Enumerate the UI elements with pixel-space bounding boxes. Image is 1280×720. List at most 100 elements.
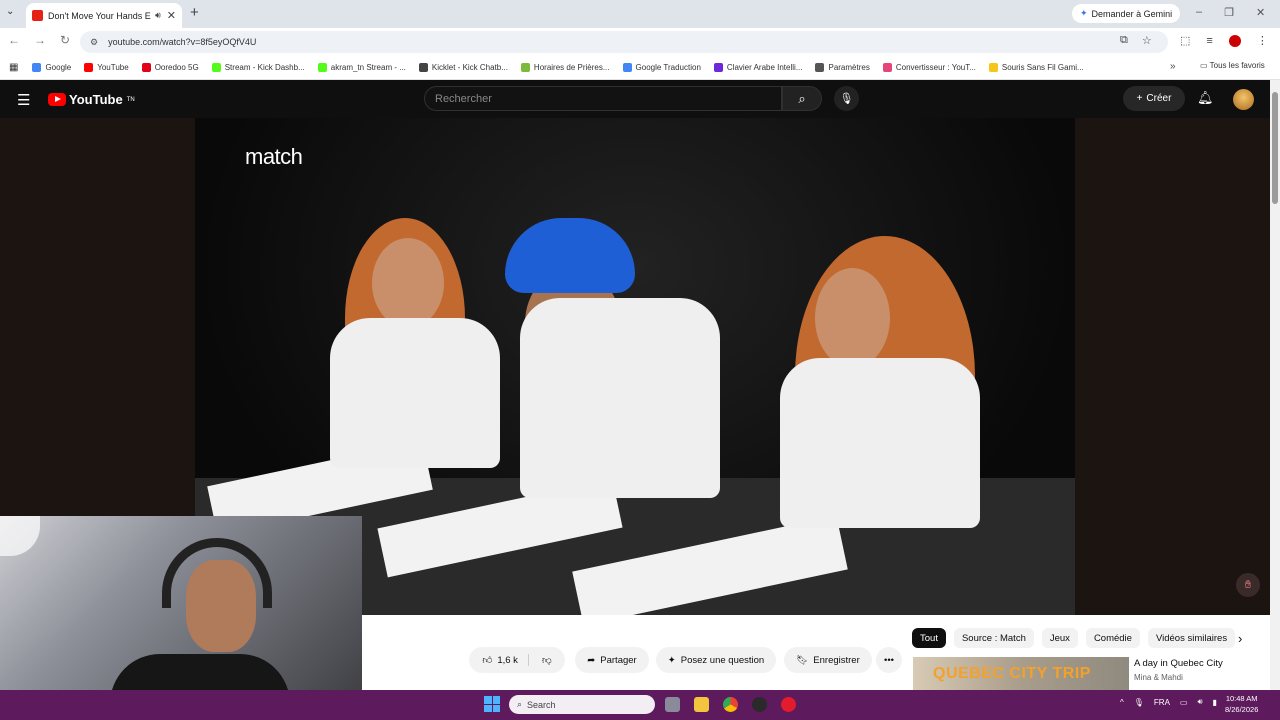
language-indicator[interactable]: FRA: [1154, 698, 1170, 707]
thumbs-down-icon[interactable]: 👎︎: [534, 654, 552, 666]
bookmark-favicon-icon: [317, 63, 327, 72]
bookmark-label: Kicklet - Kick Chatb...: [431, 63, 508, 72]
app-icon-red[interactable]: [781, 697, 796, 712]
chevron-right-icon[interactable]: ›: [1238, 631, 1242, 646]
maximize-icon[interactable]: ❐: [1224, 6, 1234, 19]
ask-gemini-button[interactable]: ✦ Demander à Gemini: [1072, 4, 1181, 23]
match-watermark: match: [245, 144, 303, 169]
windows-start-icon[interactable]: [484, 696, 500, 712]
taskbar-clock[interactable]: 10:48 AM 8/26/2026: [1225, 693, 1258, 715]
search-button[interactable]: ⌕: [782, 86, 822, 111]
bookmark-label: YouTube: [97, 63, 129, 72]
volume-icon[interactable]: 🔊︎: [1197, 697, 1202, 707]
file-explorer-icon[interactable]: [694, 697, 709, 712]
bookmark-item[interactable]: Kicklet - Kick Chatb...: [418, 63, 508, 72]
close-tab-icon[interactable]: ✕: [167, 9, 176, 22]
bookmark-favicon-icon: [32, 63, 42, 72]
bookmark-label: Stream - Kick Dashb...: [224, 63, 305, 72]
url-text: youtube.com/watch?v=8f5eyOQfV4U: [108, 37, 257, 47]
bookmark-item[interactable]: Google Traduction: [622, 63, 701, 72]
bookmark-label: Ooredoo 5G: [154, 63, 199, 72]
channel-watermark-icon[interactable]: ✋︎: [1236, 573, 1260, 597]
more-dots-icon: •••: [884, 654, 894, 666]
install-app-icon[interactable]: ⧉: [1120, 34, 1128, 47]
like-button[interactable]: 👍︎ 1,6 k: [482, 654, 529, 666]
scrollbar-thumb[interactable]: [1272, 92, 1278, 204]
bookmark-item[interactable]: Souris Sans Fil Gami...: [988, 63, 1084, 72]
tray-chevron-icon[interactable]: ^: [1120, 698, 1124, 707]
ask-question-button[interactable]: ✦ Posez une question: [656, 647, 776, 673]
audio-playing-icon[interactable]: 🔊︎: [155, 10, 161, 21]
all-favorites-folder[interactable]: ▭ Tous les favoris: [1200, 61, 1265, 70]
network-icon[interactable]: ▭: [1180, 698, 1188, 707]
reload-icon[interactable]: ↻: [60, 33, 70, 47]
task-view-icon[interactable]: [665, 697, 680, 712]
bookmark-item[interactable]: Horaires de Prières...: [520, 63, 610, 72]
bookmarks-bar: ▦ Google YouTube Ooredoo 5G Stream - Kick D…: [0, 56, 1280, 80]
filter-chip[interactable]: Jeux: [1041, 628, 1078, 648]
recommendation-channel[interactable]: Mina & Mahdi: [1134, 673, 1183, 682]
media-controls-icon[interactable]: ≡: [1206, 35, 1212, 47]
recommendation-thumbnail[interactable]: QUEBEC CITY TRIP: [913, 657, 1129, 690]
tab-title: Don't Move Your Hands Ep: [48, 10, 152, 21]
forward-icon[interactable]: →: [34, 33, 46, 47]
more-bookmarks-icon[interactable]: »: [1170, 61, 1176, 72]
streamer-headphones: [162, 538, 272, 608]
person-center-shirt: [520, 298, 720, 498]
back-icon[interactable]: ←: [8, 33, 20, 47]
create-button[interactable]: + Créer: [1123, 86, 1185, 111]
bookmark-item[interactable]: Stream - Kick Dashb...: [211, 63, 305, 72]
save-button[interactable]: 🔖︎ Enregistrer: [784, 647, 872, 673]
bookmark-star-icon[interactable]: ☆: [1142, 34, 1152, 47]
youtube-favicon-icon: [32, 10, 43, 21]
new-tab-icon[interactable]: +: [190, 4, 199, 21]
bookmark-favicon-icon: [418, 63, 428, 72]
profile-avatar-icon[interactable]: [1228, 34, 1241, 47]
filter-chip[interactable]: Comédie: [1085, 628, 1140, 648]
tab-search-chevron-icon[interactable]: ⌄: [6, 6, 14, 17]
more-actions-button[interactable]: •••: [876, 647, 902, 673]
close-window-icon[interactable]: ✕: [1256, 6, 1265, 19]
browser-tab-active[interactable]: Don't Move Your Hands Ep 🔊︎ ✕: [26, 3, 182, 28]
app-icon-obs[interactable]: [752, 697, 767, 712]
address-bar[interactable]: ⚙ youtube.com/watch?v=8f5eyOQfV4U: [80, 31, 1168, 53]
taskbar-search[interactable]: ⌕ Search: [509, 695, 655, 714]
bookmark-item[interactable]: Google: [32, 63, 71, 72]
site-info-icon[interactable]: ⚙: [90, 37, 98, 48]
bookmark-favicon-icon: [141, 63, 151, 72]
folder-icon: ▭: [1200, 61, 1210, 70]
bookmark-item[interactable]: Clavier Arabe Intelli...: [713, 63, 803, 72]
recommendation-chips: Tout Source : Match Jeux Comédie Vidéos simi…: [912, 628, 1236, 648]
chrome-icon[interactable]: [723, 697, 738, 712]
notifications-bell-icon[interactable]: 🔔︎: [1197, 90, 1214, 106]
recommendation-title[interactable]: A day in Quebec City: [1134, 658, 1223, 669]
user-avatar[interactable]: [1233, 89, 1254, 110]
extensions-icon[interactable]: ⬚: [1180, 34, 1190, 47]
microphone-tray-icon[interactable]: 🎙︎: [1134, 698, 1144, 707]
bookmark-item[interactable]: Paramètres: [815, 63, 870, 72]
filter-chip[interactable]: Source : Match: [953, 628, 1034, 648]
youtube-logo[interactable]: YouTube TN: [48, 92, 135, 107]
bookmark-item[interactable]: Ooredoo 5G: [141, 63, 199, 72]
filter-chip[interactable]: Vidéos similaires: [1147, 628, 1236, 648]
hamburger-menu-icon[interactable]: ☰: [17, 91, 30, 109]
video-pillarbox-right: [1075, 118, 1270, 615]
minimize-icon[interactable]: –: [1196, 6, 1202, 19]
bookmark-item[interactable]: YouTube: [84, 63, 129, 72]
bookmark-favicon-icon: [815, 63, 825, 72]
gemini-label: Demander à Gemini: [1091, 8, 1173, 19]
bookmark-item[interactable]: Convertisseur : YouT...: [882, 63, 976, 72]
battery-icon[interactable]: ▮: [1213, 698, 1217, 707]
search-input[interactable]: [424, 86, 782, 111]
share-button[interactable]: ➦ Partager: [575, 647, 649, 673]
window-controls: – ❐ ✕: [1196, 6, 1265, 19]
share-arrow-icon: ➦: [587, 654, 596, 666]
bookmark-label: Clavier Arabe Intelli...: [726, 63, 803, 72]
share-label: Partager: [600, 654, 637, 666]
apps-grid-icon[interactable]: ▦: [9, 62, 18, 73]
voice-search-button[interactable]: 🎙︎: [834, 86, 859, 111]
filter-chip[interactable]: Tout: [912, 628, 946, 648]
bookmark-item[interactable]: akram_tn Stream - ...: [317, 63, 406, 72]
thumbnail-text: QUEBEC CITY TRIP: [933, 665, 1091, 682]
menu-kebab-icon[interactable]: ⋮: [1257, 34, 1268, 47]
